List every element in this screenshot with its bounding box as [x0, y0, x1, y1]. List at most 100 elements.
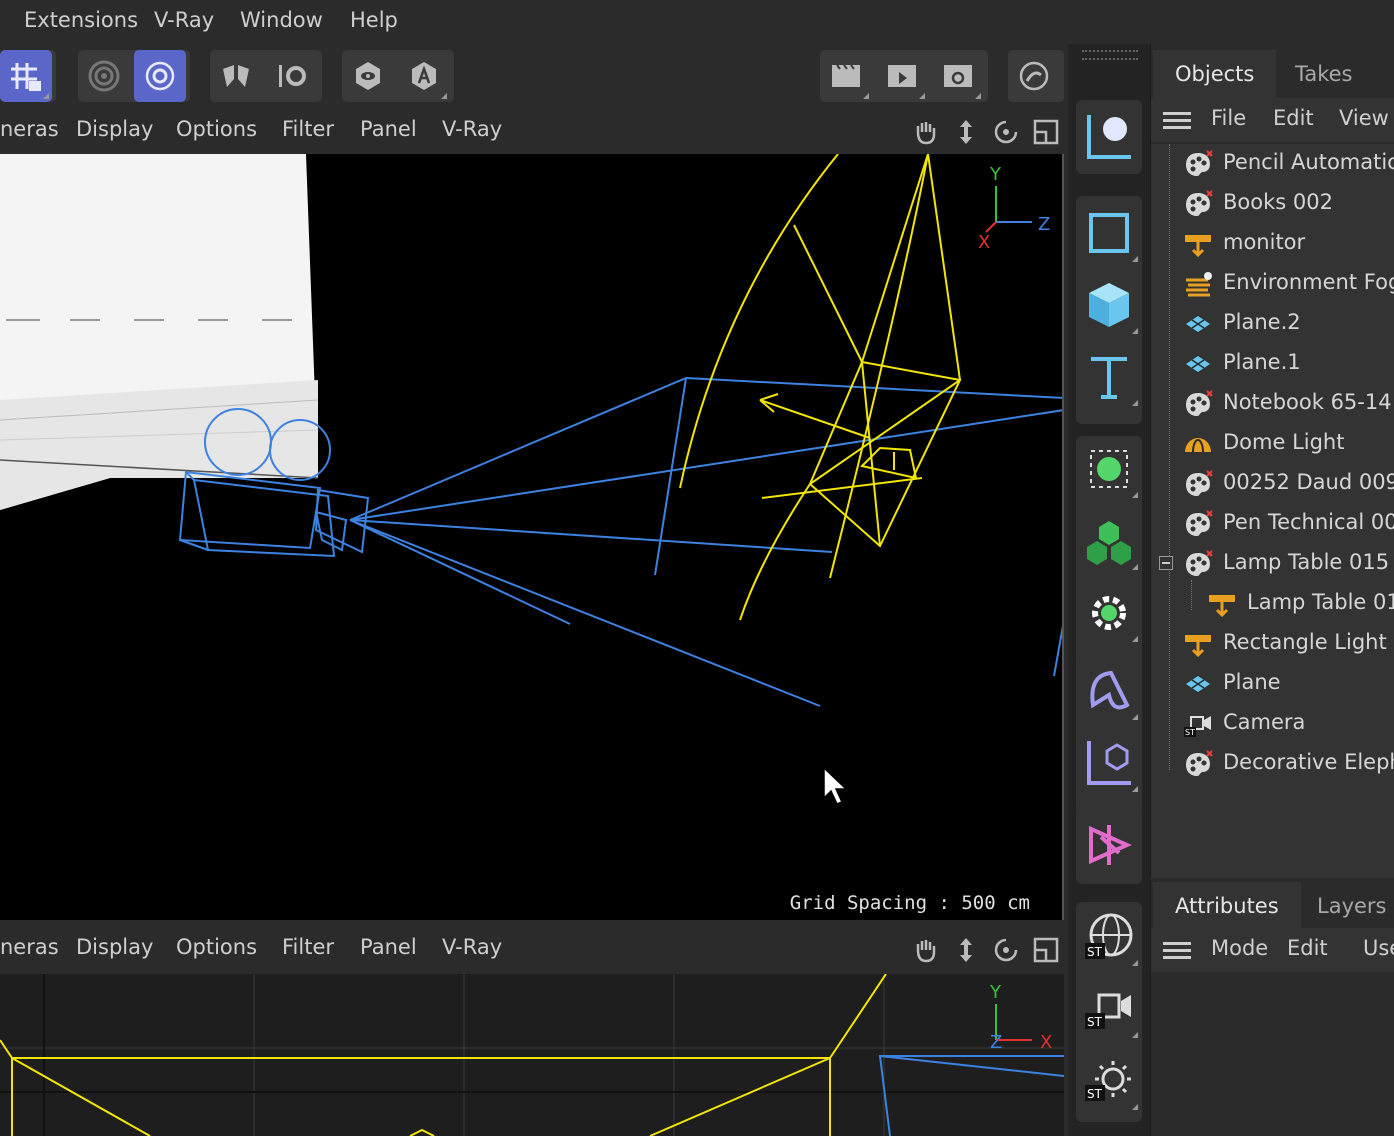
menu-extensions[interactable]: Extensions [24, 8, 138, 32]
rotate-view-icon[interactable] [992, 936, 1020, 964]
maximize-view-icon[interactable] [1032, 118, 1060, 146]
vp2-menu-vray[interactable]: V-Ray [442, 935, 502, 959]
symmetry-group [210, 50, 322, 102]
dropdown-indicator [441, 93, 447, 99]
gear-target-icon [145, 61, 175, 91]
green-gear-icon [1092, 596, 1126, 630]
visibility-button[interactable] [342, 50, 394, 102]
workplane-group [78, 50, 190, 102]
vray-proxy-icon [1183, 150, 1213, 178]
obj-menu-view[interactable]: View [1339, 106, 1389, 130]
object-row[interactable]: Lamp Table 015 [1151, 584, 1394, 624]
object-row[interactable]: Notebook 65-14 [1151, 384, 1394, 424]
obj-menu-file[interactable]: File [1211, 106, 1246, 130]
vp-menu-vray[interactable]: V-Ray [442, 117, 502, 141]
camera-wireframe-front [878, 1055, 1064, 1136]
symmetry-settings-button[interactable] [266, 50, 318, 102]
tab-takes[interactable]: Takes [1273, 50, 1375, 98]
scene-node-button[interactable] [1076, 812, 1142, 878]
annotation-button[interactable] [398, 50, 450, 102]
object-row[interactable]: 00252 Daud 009 [1151, 464, 1394, 504]
menubar: Extensions V-Ray Window Help [0, 0, 1394, 44]
vp2-menu-cameras[interactable]: neras [0, 935, 59, 959]
viewport-solo-button[interactable] [134, 50, 186, 102]
st-environment-button[interactable]: ST [1076, 904, 1142, 970]
vp-menu-filter[interactable]: Filter [282, 117, 334, 141]
object-row[interactable]: ST Camera [1151, 704, 1394, 744]
vray-proxy-icon [1183, 470, 1213, 498]
palette-grip[interactable] [1082, 50, 1138, 60]
symmetry-button[interactable] [210, 50, 262, 102]
attr-menu-edit[interactable]: Edit [1287, 936, 1328, 960]
attr-menu-mode[interactable]: Mode [1211, 936, 1268, 960]
object-row[interactable]: Plane.2 [1151, 304, 1394, 344]
object-row[interactable]: Lamp Table 015 [1151, 544, 1394, 584]
render-view-button[interactable] [820, 50, 872, 102]
collapse-toggle-icon[interactable] [1159, 556, 1173, 570]
field-button[interactable] [1076, 730, 1142, 796]
viewport-menubar-top: neras Display Options Filter Panel V-Ray [0, 108, 1066, 154]
st-camera-button[interactable]: ST [1076, 976, 1142, 1042]
object-row[interactable]: Pencil Automatic 0 [1151, 144, 1394, 184]
clapper-play-icon [888, 65, 916, 87]
text-t-icon [1091, 357, 1127, 399]
object-row[interactable]: Books 002 [1151, 184, 1394, 224]
vp2-menu-filter[interactable]: Filter [282, 935, 334, 959]
vp-menu-panel[interactable]: Panel [360, 117, 417, 141]
object-row[interactable]: Environment Fog. [1151, 264, 1394, 304]
object-row[interactable]: Plane.1 [1151, 344, 1394, 384]
tab-attributes[interactable]: Attributes [1153, 882, 1301, 930]
deformer-button[interactable] [1076, 658, 1142, 724]
object-name: Plane [1223, 670, 1281, 694]
move-arrows-icon[interactable] [952, 118, 980, 146]
menu-vray[interactable]: V-Ray [154, 8, 214, 32]
move-arrows-icon[interactable] [952, 936, 980, 964]
vp-menu-options[interactable]: Options [176, 117, 257, 141]
object-row[interactable]: Dome Light [1151, 424, 1394, 464]
maximize-view-icon[interactable] [1032, 936, 1060, 964]
rotate-view-icon[interactable] [992, 118, 1020, 146]
hamburger-menu-icon[interactable] [1163, 112, 1191, 130]
spline-rectangle-button[interactable] [1076, 200, 1142, 266]
ir-button[interactable] [1008, 50, 1060, 102]
axis-y-label: Y [990, 164, 1001, 185]
svg-text:ST: ST [1087, 1087, 1103, 1101]
render-settings-button[interactable] [932, 50, 984, 102]
obj-menu-edit[interactable]: Edit [1273, 106, 1314, 130]
vp2-menu-display[interactable]: Display [76, 935, 153, 959]
text-spline-button[interactable] [1076, 344, 1142, 410]
render-picture-viewer-button[interactable] [876, 50, 928, 102]
vp-menu-cameras[interactable]: neras [0, 117, 59, 141]
object-name: Dome Light [1223, 430, 1345, 454]
object-name: Lamp Table 015 [1223, 550, 1390, 574]
tab-layers[interactable]: Layers [1295, 882, 1394, 930]
snap-lock-button[interactable] [0, 50, 52, 102]
object-row[interactable]: Rectangle Light [1151, 624, 1394, 664]
volume-selection-button[interactable] [1076, 436, 1142, 502]
pan-hand-icon[interactable] [912, 118, 940, 146]
object-row[interactable]: monitor [1151, 224, 1394, 264]
cloner-button[interactable] [1076, 508, 1142, 574]
cube-button[interactable] [1076, 272, 1142, 338]
vp2-menu-options[interactable]: Options [176, 935, 257, 959]
dropdown-indicator [919, 93, 925, 99]
st-light-button[interactable]: ST [1076, 1048, 1142, 1114]
menu-help[interactable]: Help [350, 8, 398, 32]
viewport-perspective[interactable]: Y Z X Grid Spacing : 500 cm [0, 154, 1064, 920]
vp-menu-display[interactable]: Display [76, 117, 153, 141]
object-row[interactable]: Decorative Elepha [1151, 744, 1394, 784]
sketch-object-button[interactable] [1076, 104, 1142, 170]
object-row[interactable]: Plane [1151, 664, 1394, 704]
viewport-front[interactable]: Y Z X [0, 974, 1064, 1136]
pan-hand-icon[interactable] [912, 936, 940, 964]
hamburger-menu-icon[interactable] [1163, 942, 1191, 960]
tab-objects[interactable]: Objects [1153, 50, 1277, 98]
attr-menu-user[interactable]: Use [1363, 936, 1394, 960]
tab-attributes-label: Attributes [1175, 894, 1279, 918]
object-row[interactable]: Pen Technical 001 [1151, 504, 1394, 544]
vp2-menu-panel[interactable]: Panel [360, 935, 417, 959]
soft-selection-button[interactable] [78, 50, 130, 102]
menu-window[interactable]: Window [240, 8, 323, 32]
effector-button[interactable] [1076, 580, 1142, 646]
object-name: Decorative Elepha [1223, 750, 1394, 774]
